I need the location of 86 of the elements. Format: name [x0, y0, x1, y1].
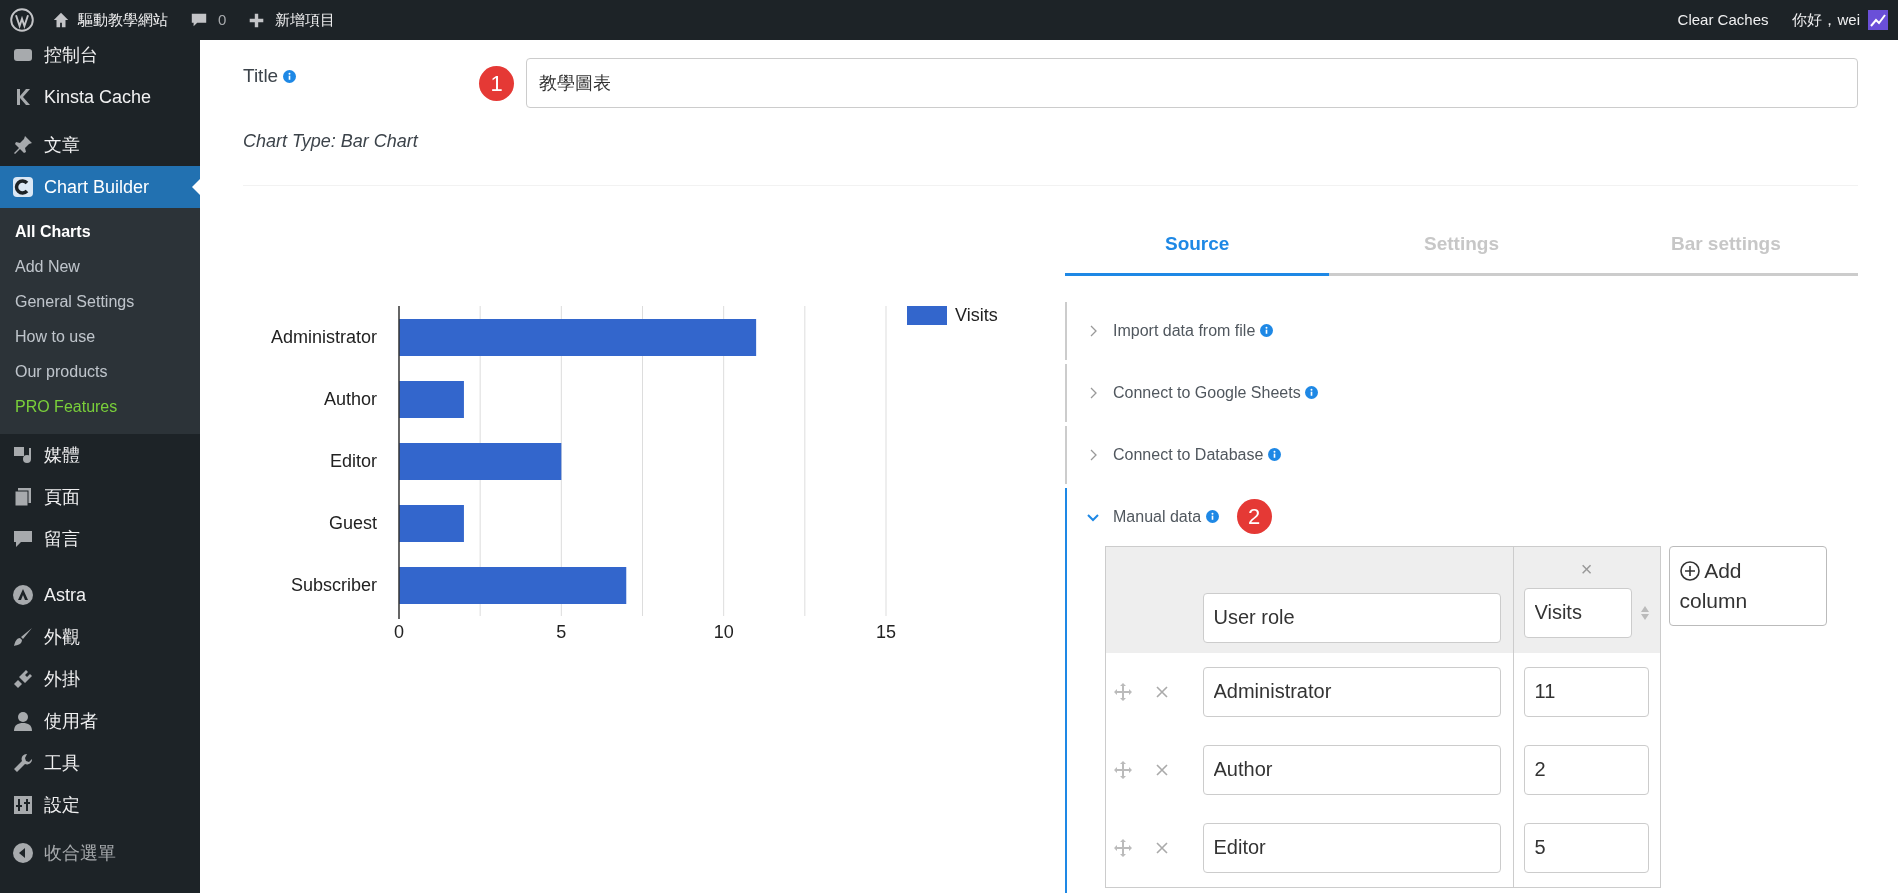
cell-input[interactable]: Author	[1202, 744, 1501, 795]
sidebar-item[interactable]: Chart Builder	[0, 166, 200, 208]
x-tick-label: 5	[556, 622, 567, 642]
submenu-link[interactable]: PRO Features	[0, 389, 200, 424]
section-header[interactable]: Manual data 2	[1087, 487, 1272, 546]
section-header[interactable]: Import data from file	[1087, 301, 1273, 360]
comment-count[interactable]: 0	[218, 8, 227, 32]
column-header-input[interactable]: User role	[1202, 592, 1501, 643]
submenu-link[interactable]: How to use	[0, 319, 200, 354]
home-icon	[52, 11, 70, 29]
move-handle-icon[interactable]	[1114, 838, 1132, 857]
brush-icon	[12, 626, 34, 648]
comment-icon	[12, 528, 34, 550]
wordpress-logo-icon[interactable]	[10, 8, 34, 32]
plus-circle-icon	[1679, 561, 1700, 582]
media-icon	[12, 444, 34, 466]
cell-input[interactable]: Administrator	[1202, 666, 1501, 717]
category-label: Author	[323, 389, 377, 409]
sidebar-item[interactable]: Astra	[0, 574, 200, 616]
sidebar-item[interactable]: 外掛	[0, 658, 200, 700]
sort-icon[interactable]	[1639, 604, 1650, 621]
greeting-text[interactable]: 你好，wei	[1792, 8, 1860, 32]
submenu-link[interactable]: Add New	[0, 249, 200, 284]
info-icon	[1305, 385, 1319, 399]
cell-input[interactable]: Editor	[1202, 822, 1501, 873]
sidebar-item[interactable]: 頁面	[0, 476, 200, 518]
collapse-icon	[12, 842, 34, 864]
plus-icon	[248, 11, 266, 29]
clear-caches-link[interactable]: Clear Caches	[1677, 8, 1769, 32]
astra-logo-icon	[12, 584, 34, 606]
section-header[interactable]: Connect to Database	[1087, 425, 1281, 484]
sidebar-item[interactable]: 控制台	[0, 40, 200, 70]
pages-icon	[12, 486, 34, 508]
cell-input[interactable]: 2	[1523, 744, 1649, 795]
bar	[399, 381, 464, 418]
avatar-icon[interactable]	[1868, 10, 1888, 30]
plug-icon	[12, 668, 34, 690]
tab[interactable]: Source	[1065, 186, 1330, 276]
wrench-icon	[12, 752, 34, 774]
chart-type-text: Chart Type: Bar Chart	[243, 130, 420, 153]
sidebar-item[interactable]: Kinsta Cache	[0, 76, 200, 118]
sidebar-item[interactable]: 收合選單	[0, 832, 200, 874]
delete-row-icon[interactable]	[1156, 763, 1168, 776]
x-tick-label: 10	[713, 622, 734, 642]
category-label: Guest	[328, 513, 377, 533]
submenu-link[interactable]: Our products	[0, 354, 200, 389]
delete-row-icon[interactable]	[1156, 841, 1168, 854]
sidebar-item[interactable]: 工具	[0, 742, 200, 784]
c-logo-icon	[12, 176, 34, 198]
info-icon	[1205, 509, 1219, 523]
info-icon	[1267, 447, 1281, 461]
sidebar-item[interactable]: 留言	[0, 518, 200, 560]
delete-row-icon[interactable]	[1156, 685, 1168, 698]
title-input[interactable]: 教學圖表	[526, 58, 1858, 108]
category-label: Editor	[329, 451, 377, 471]
x-tick-label: 15	[876, 622, 896, 642]
sidebar-item[interactable]: 使用者	[0, 700, 200, 742]
step-number-badge: 2	[1236, 499, 1272, 534]
category-label: Administrator	[270, 327, 377, 347]
move-handle-icon[interactable]	[1114, 682, 1132, 701]
bar	[399, 505, 464, 542]
add-column-button[interactable]: Add column	[1668, 545, 1827, 626]
info-icon	[283, 70, 297, 83]
legend-label: Visits	[955, 305, 998, 325]
step-number-badge: 1	[479, 65, 514, 101]
section-header[interactable]: Connect to Google Sheets	[1087, 363, 1319, 422]
column-header-input[interactable]: Visits	[1523, 587, 1632, 638]
sidebar-item[interactable]: 媒體	[0, 434, 200, 476]
sidebar-item[interactable]: 設定	[0, 784, 200, 826]
x-tick-label: 0	[394, 622, 404, 642]
move-handle-icon[interactable]	[1114, 760, 1132, 779]
submenu-link[interactable]: All Charts	[0, 214, 200, 249]
cell-input[interactable]: 11	[1523, 666, 1649, 717]
legend-swatch	[907, 306, 947, 325]
new-item-link[interactable]: 新增項目	[275, 8, 336, 32]
category-label: Subscriber	[290, 575, 377, 595]
submenu-link[interactable]: General Settings	[0, 284, 200, 319]
pin-icon	[12, 134, 34, 156]
sliders-icon	[12, 794, 34, 816]
site-name-link[interactable]: 驅動教學網站	[78, 8, 168, 32]
cell-input[interactable]: 5	[1523, 822, 1649, 873]
info-icon	[1259, 323, 1273, 337]
title-label: Title	[243, 65, 279, 86]
sidebar-item[interactable]: 外觀	[0, 616, 200, 658]
user-icon	[12, 710, 34, 732]
sidebar-item[interactable]: 文章	[0, 124, 200, 166]
